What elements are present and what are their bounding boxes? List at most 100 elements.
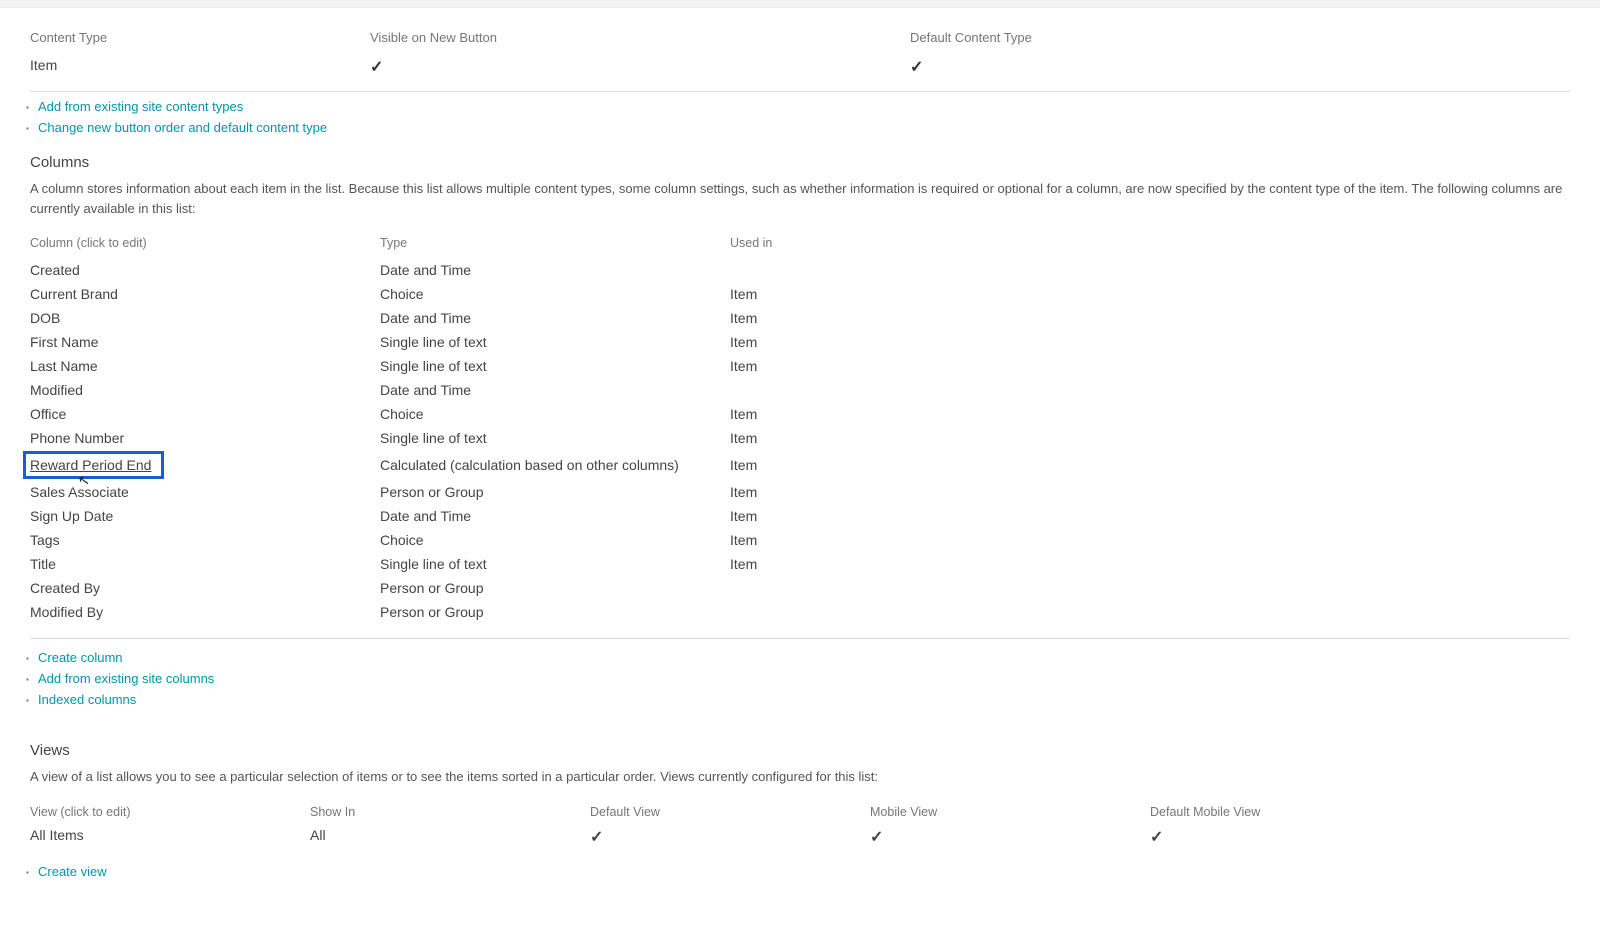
column-used-in: Item bbox=[730, 450, 1570, 480]
divider bbox=[30, 638, 1570, 639]
column-type: Date and Time bbox=[380, 258, 730, 282]
settings-content: Content Type Visible on New Button Defau… bbox=[0, 8, 1600, 904]
column-used-in bbox=[730, 576, 1570, 600]
check-icon: ✓ bbox=[1150, 829, 1163, 846]
header-content-type: Content Type bbox=[30, 30, 370, 45]
column-link[interactable]: Tags bbox=[30, 532, 60, 548]
views-header-default-mobile-view: Default Mobile View bbox=[1150, 805, 1570, 819]
table-row: Sales Associate Person or GroupItem bbox=[30, 480, 1570, 504]
columns-link-list: Create column Add from existing site col… bbox=[30, 647, 1570, 710]
column-type: Person or Group bbox=[380, 600, 730, 624]
columns-header-type: Type bbox=[380, 232, 730, 258]
column-used-in: Item bbox=[730, 330, 1570, 354]
check-icon: ✓ bbox=[590, 829, 603, 846]
table-row: Tags ChoiceItem bbox=[30, 528, 1570, 552]
column-type: Single line of text bbox=[380, 330, 730, 354]
views-header-row: View (click to edit) Show In Default Vie… bbox=[30, 801, 1570, 823]
column-link[interactable]: Modified By bbox=[30, 604, 103, 620]
column-link[interactable]: Current Brand bbox=[30, 286, 118, 302]
content-types-data-row: Item ✓ ✓ bbox=[30, 51, 1570, 92]
views-description: A view of a list allows you to see a par… bbox=[30, 767, 1570, 787]
column-used-in bbox=[730, 258, 1570, 282]
table-row: Title Single line of textItem bbox=[30, 552, 1570, 576]
column-type: Date and Time bbox=[380, 306, 730, 330]
column-link-reward-period-end[interactable]: Reward Period End bbox=[30, 457, 151, 473]
columns-header-used-in: Used in bbox=[730, 232, 1570, 258]
column-used-in: Item bbox=[730, 402, 1570, 426]
column-type: Single line of text bbox=[380, 426, 730, 450]
column-used-in: Item bbox=[730, 552, 1570, 576]
add-existing-site-columns-link[interactable]: Add from existing site columns bbox=[38, 671, 214, 686]
column-type: Choice bbox=[380, 282, 730, 306]
column-link[interactable]: Created bbox=[30, 262, 80, 278]
column-used-in bbox=[730, 600, 1570, 624]
table-row: Created By Person or Group bbox=[30, 576, 1570, 600]
view-show-in: All bbox=[310, 827, 590, 847]
check-icon: ✓ bbox=[370, 59, 383, 76]
table-row: Current Brand ChoiceItem bbox=[30, 282, 1570, 306]
columns-description: A column stores information about each i… bbox=[30, 179, 1570, 218]
table-row: Reward Period End↖Calculated (calculatio… bbox=[30, 450, 1570, 480]
column-used-in: Item bbox=[730, 354, 1570, 378]
table-row: Sign Up Date Date and TimeItem bbox=[30, 504, 1570, 528]
column-type: Date and Time bbox=[380, 378, 730, 402]
views-data-row: All Items All ✓ ✓ ✓ bbox=[30, 823, 1570, 851]
column-used-in: Item bbox=[730, 528, 1570, 552]
table-row: Office ChoiceItem bbox=[30, 402, 1570, 426]
column-link[interactable]: First Name bbox=[30, 334, 98, 350]
change-new-button-order-link[interactable]: Change new button order and default cont… bbox=[38, 120, 327, 135]
column-used-in: Item bbox=[730, 306, 1570, 330]
table-row: Last Name Single line of textItem bbox=[30, 354, 1570, 378]
table-row: Created Date and Time bbox=[30, 258, 1570, 282]
check-icon: ✓ bbox=[870, 829, 883, 846]
column-link[interactable]: Office bbox=[30, 406, 66, 422]
header-default-content-type: Default Content Type bbox=[910, 30, 1570, 45]
views-link-list: Create view bbox=[30, 861, 1570, 882]
column-used-in bbox=[730, 378, 1570, 402]
table-row: Phone Number Single line of textItem bbox=[30, 426, 1570, 450]
columns-header-name: Column (click to edit) bbox=[30, 232, 380, 258]
column-type: Date and Time bbox=[380, 504, 730, 528]
column-used-in: Item bbox=[730, 480, 1570, 504]
column-link[interactable]: Last Name bbox=[30, 358, 98, 374]
column-type: Single line of text bbox=[380, 552, 730, 576]
indexed-columns-link[interactable]: Indexed columns bbox=[38, 692, 136, 707]
columns-heading: Columns bbox=[30, 154, 1570, 171]
columns-table: Column (click to edit) Type Used in Crea… bbox=[30, 232, 1570, 624]
views-header-mobile-view: Mobile View bbox=[870, 805, 1150, 819]
views-header-show-in: Show In bbox=[310, 805, 590, 819]
table-row: First Name Single line of textItem bbox=[30, 330, 1570, 354]
view-all-items-link[interactable]: All Items bbox=[30, 827, 84, 843]
check-icon: ✓ bbox=[910, 59, 923, 76]
header-visible-new-button: Visible on New Button bbox=[370, 30, 910, 45]
column-link[interactable]: Modified bbox=[30, 382, 83, 398]
table-row: DOB Date and TimeItem bbox=[30, 306, 1570, 330]
column-used-in: Item bbox=[730, 504, 1570, 528]
table-row: Modified Date and Time bbox=[30, 378, 1570, 402]
views-heading: Views bbox=[30, 742, 1570, 759]
column-used-in: Item bbox=[730, 282, 1570, 306]
column-link[interactable]: Phone Number bbox=[30, 430, 124, 446]
column-link[interactable]: DOB bbox=[30, 310, 60, 326]
table-row: Modified By Person or Group bbox=[30, 600, 1570, 624]
column-type: Choice bbox=[380, 528, 730, 552]
column-type: Calculated (calculation based on other c… bbox=[380, 450, 730, 480]
content-types-header-row: Content Type Visible on New Button Defau… bbox=[30, 24, 1570, 51]
highlighted-column-cell: Reward Period End↖ bbox=[23, 451, 164, 479]
column-link[interactable]: Sales Associate bbox=[30, 484, 129, 500]
column-type: Person or Group bbox=[380, 576, 730, 600]
views-header-default-view: Default View bbox=[590, 805, 870, 819]
column-link[interactable]: Title bbox=[30, 556, 56, 572]
views-header-view: View (click to edit) bbox=[30, 805, 310, 819]
column-link[interactable]: Sign Up Date bbox=[30, 508, 113, 524]
column-link[interactable]: Created By bbox=[30, 580, 100, 596]
column-type: Single line of text bbox=[380, 354, 730, 378]
add-existing-content-types-link[interactable]: Add from existing site content types bbox=[38, 99, 243, 114]
content-type-item-link[interactable]: Item bbox=[30, 57, 57, 73]
column-used-in: Item bbox=[730, 426, 1570, 450]
content-types-link-list: Add from existing site content types Cha… bbox=[30, 96, 1570, 138]
create-view-link[interactable]: Create view bbox=[38, 864, 107, 879]
column-type: Choice bbox=[380, 402, 730, 426]
column-type: Person or Group bbox=[380, 480, 730, 504]
create-column-link[interactable]: Create column bbox=[38, 650, 123, 665]
